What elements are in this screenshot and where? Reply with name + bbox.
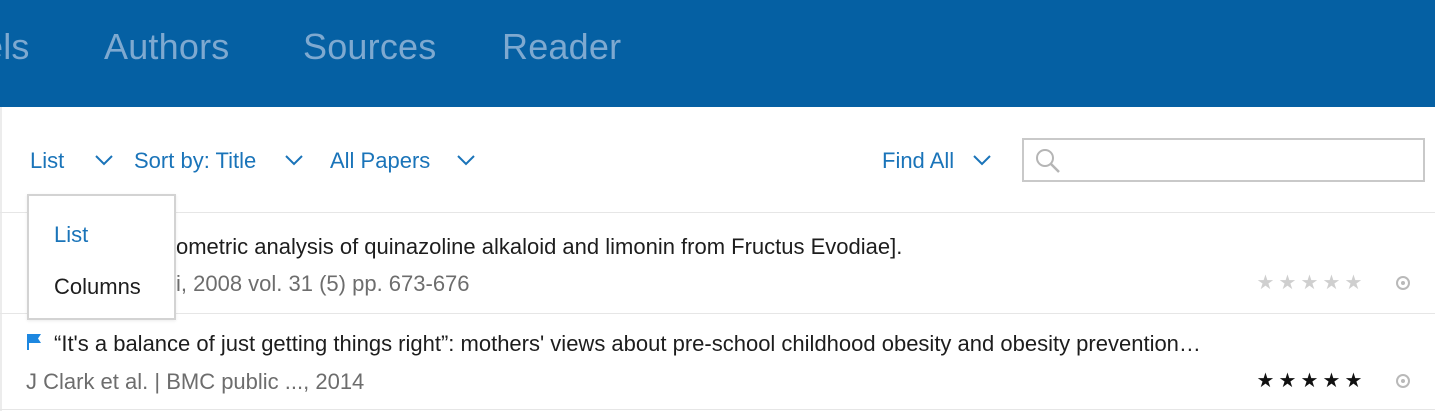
paper-meta: i, 2008 vol. 31 (5) pp. 673-676 [176, 271, 470, 296]
sort-label[interactable]: Sort by: Title [134, 148, 256, 174]
star-icon[interactable]: ★ [1322, 371, 1341, 391]
search-icon [1036, 149, 1060, 173]
paper-title: “It's a balance of just getting things r… [54, 331, 1201, 356]
nav-tab-reader[interactable]: Reader [502, 26, 621, 68]
star-icon[interactable]: ★ [1278, 371, 1297, 391]
star-icon[interactable]: ★ [1278, 273, 1297, 293]
sidebar-edge [0, 107, 2, 411]
star-icon[interactable]: ★ [1322, 273, 1341, 293]
flag-icon[interactable] [26, 333, 42, 351]
list-divider [0, 313, 1435, 314]
read-status-icon[interactable] [1396, 374, 1410, 388]
rating-stars[interactable]: ★ ★ ★ ★ ★ [1256, 371, 1363, 391]
read-status-icon[interactable] [1396, 276, 1410, 290]
nav-tab-panels[interactable]: els [0, 26, 30, 68]
view-mode-label[interactable]: List [30, 148, 64, 174]
star-icon[interactable]: ★ [1300, 371, 1319, 391]
star-icon[interactable]: ★ [1300, 273, 1319, 293]
paper-title: ometric analysis of quinazoline alkaloid… [176, 234, 903, 259]
chevron-down-icon[interactable] [972, 150, 992, 170]
top-nav-bar: els Authors Sources Reader [0, 0, 1435, 107]
star-icon[interactable]: ★ [1344, 273, 1363, 293]
view-mode-menu: List Columns [27, 194, 176, 320]
filter-label[interactable]: All Papers [330, 148, 430, 174]
star-icon[interactable]: ★ [1256, 371, 1275, 391]
chevron-down-icon[interactable] [284, 150, 304, 170]
list-divider [0, 409, 1435, 410]
nav-tab-authors[interactable]: Authors [104, 26, 229, 68]
menu-item-columns[interactable]: Columns [54, 274, 141, 300]
chevron-down-icon[interactable] [94, 150, 114, 170]
paper-meta: J Clark et al. | BMC public ..., 2014 [26, 369, 365, 394]
list-divider [0, 212, 1435, 213]
rating-stars[interactable]: ★ ★ ★ ★ ★ [1256, 273, 1363, 293]
star-icon[interactable]: ★ [1256, 273, 1275, 293]
find-scope-label[interactable]: Find All [882, 148, 954, 174]
star-icon[interactable]: ★ [1344, 371, 1363, 391]
nav-tab-sources[interactable]: Sources [303, 26, 436, 68]
menu-item-list[interactable]: List [54, 222, 88, 248]
search-box[interactable] [1022, 138, 1425, 182]
chevron-down-icon[interactable] [456, 150, 476, 170]
search-input[interactable] [1072, 144, 1412, 176]
